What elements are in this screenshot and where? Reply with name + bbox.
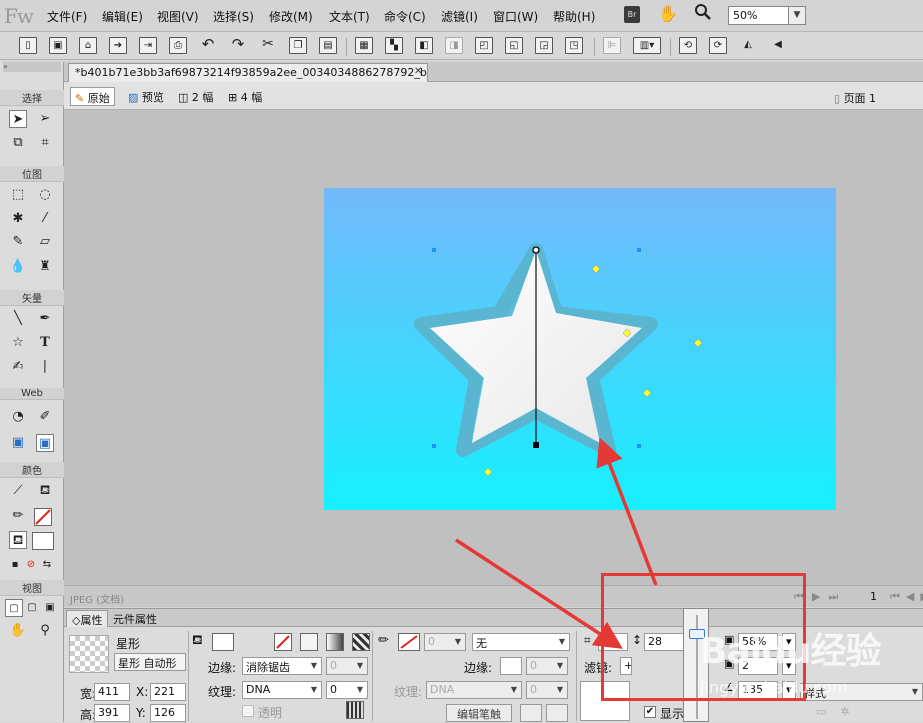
red-arrow [596, 437, 658, 586]
red-arrow [455, 538, 623, 649]
baidu-watermark: Baidu经验 [700, 631, 881, 672]
baidu-watermark-url: jingyan.baidu.com [700, 678, 848, 697]
